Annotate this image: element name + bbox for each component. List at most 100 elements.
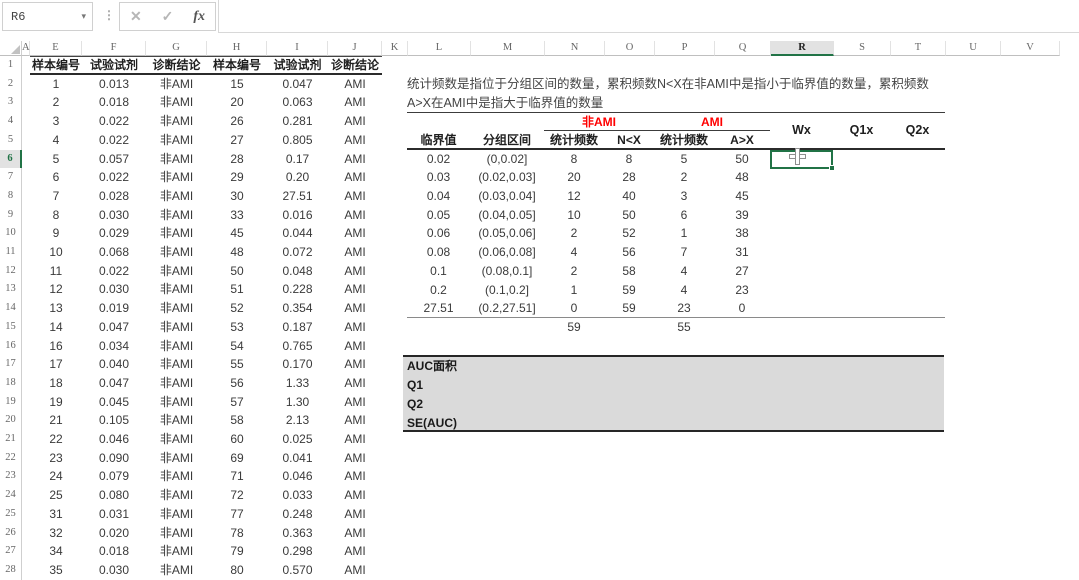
cell[interactable]: AMI (328, 262, 382, 281)
cell[interactable]: 4 (654, 281, 714, 300)
cell[interactable]: AMI (328, 337, 382, 356)
cell[interactable]: 0.028 (82, 187, 146, 206)
cell[interactable]: AMI (328, 280, 382, 299)
cell[interactable]: 40 (604, 187, 654, 206)
cell[interactable]: 12 (30, 280, 82, 299)
cell[interactable]: 0.281 (267, 112, 328, 131)
cell[interactable]: 非AMI (146, 75, 207, 94)
cell[interactable]: 5 (654, 150, 714, 169)
cell[interactable]: 21 (30, 411, 82, 430)
cell[interactable]: (0,0.02] (470, 150, 544, 169)
cell[interactable]: 0.031 (82, 505, 146, 524)
cell[interactable]: 23 (30, 449, 82, 468)
cell[interactable]: AMI (328, 187, 382, 206)
cell[interactable]: 非AMI (146, 299, 207, 318)
cell[interactable]: AMI (328, 224, 382, 243)
header-cell-diagnosis-2[interactable]: 诊断结论 (328, 56, 382, 73)
cell[interactable]: 0.034 (82, 337, 146, 356)
cell[interactable]: 27 (207, 131, 267, 150)
cell[interactable]: 0.090 (82, 449, 146, 468)
cell[interactable]: 0.040 (82, 355, 146, 374)
cell[interactable]: 48 (207, 243, 267, 262)
cell[interactable]: 69 (207, 449, 267, 468)
cell[interactable]: 20 (207, 93, 267, 112)
column-header-cell[interactable]: K (382, 41, 408, 56)
cell[interactable]: 2 (30, 93, 82, 112)
cell[interactable]: 34 (30, 542, 82, 561)
row-header-cell[interactable]: 24 (0, 486, 22, 505)
cell[interactable]: 51 (207, 280, 267, 299)
cell[interactable]: 非AMI (146, 206, 207, 225)
cell[interactable]: AMI (328, 355, 382, 374)
cell[interactable]: 非AMI (146, 150, 207, 169)
cell[interactable]: 0.03 (407, 168, 470, 187)
cell[interactable]: 39 (714, 206, 770, 225)
cell[interactable]: 8 (604, 150, 654, 169)
cell[interactable]: 0.030 (82, 561, 146, 580)
header-n-less-x[interactable]: N<X (604, 131, 654, 148)
cell[interactable]: 0.063 (267, 93, 328, 112)
cell[interactable]: 31 (714, 243, 770, 262)
cell[interactable]: 59 (604, 299, 654, 317)
column-header-cell[interactable]: S (834, 41, 891, 56)
column-header-cell[interactable]: A (22, 41, 30, 56)
cell[interactable]: 0.044 (267, 224, 328, 243)
cell[interactable]: 0.020 (82, 524, 146, 543)
cell[interactable]: 52 (604, 224, 654, 243)
row-header-cell[interactable]: 25 (0, 505, 22, 524)
column-header-cell[interactable]: P (655, 41, 715, 56)
cell[interactable]: 0.013 (82, 75, 146, 94)
cell[interactable]: 0.047 (82, 318, 146, 337)
cell[interactable]: 0.025 (267, 430, 328, 449)
cell[interactable]: AMI (328, 542, 382, 561)
cell[interactable]: 4 (654, 262, 714, 281)
cell[interactable]: 非AMI (146, 486, 207, 505)
cell[interactable]: 38 (714, 224, 770, 243)
header-q1x[interactable]: Q1x (833, 112, 890, 149)
cell[interactable]: 0.072 (267, 243, 328, 262)
header-cutoff[interactable]: 临界值 (407, 131, 470, 148)
cell[interactable]: AMI (328, 112, 382, 131)
group-header-ami[interactable]: AMI (654, 113, 770, 131)
cell[interactable]: 非AMI (146, 243, 207, 262)
row-header-cell[interactable]: 8 (0, 187, 22, 206)
column-header-cell[interactable]: H (207, 41, 267, 56)
cell[interactable]: (0.04,0.05] (470, 206, 544, 225)
header-a-greater-x[interactable]: A>X (714, 131, 770, 148)
formula-bar-input[interactable] (218, 0, 1079, 33)
cell[interactable]: 4 (544, 243, 604, 262)
cell[interactable]: 30 (207, 187, 267, 206)
cell[interactable]: 57 (207, 393, 267, 412)
header-freq-non-ami[interactable]: 统计频数 (544, 131, 604, 148)
cell[interactable]: 0.228 (267, 280, 328, 299)
cell[interactable]: 0.048 (267, 262, 328, 281)
cell[interactable]: (0.08,0.1] (470, 262, 544, 281)
cell[interactable]: 33 (207, 206, 267, 225)
cell[interactable]: 32 (30, 524, 82, 543)
column-header-cell[interactable]: N (545, 41, 605, 56)
cell[interactable]: 79 (207, 542, 267, 561)
cell[interactable]: 0.016 (267, 206, 328, 225)
cell[interactable]: 50 (604, 206, 654, 225)
cell[interactable]: 非AMI (146, 187, 207, 206)
cell[interactable]: 0.02 (407, 150, 470, 169)
header-interval[interactable]: 分组区间 (470, 131, 544, 148)
insert-function-icon[interactable]: fx (193, 9, 205, 25)
column-header-cell[interactable]: O (605, 41, 655, 56)
cell[interactable]: 0.030 (82, 280, 146, 299)
header-q2x[interactable]: Q2x (890, 112, 945, 149)
row-header-cell[interactable]: 18 (0, 374, 22, 393)
cell[interactable]: 25 (30, 486, 82, 505)
cell[interactable]: 0.047 (267, 75, 328, 94)
cell[interactable]: 1 (30, 75, 82, 94)
cell[interactable]: AMI (328, 467, 382, 486)
cell[interactable]: AMI (328, 393, 382, 412)
cell[interactable]: 0.047 (82, 374, 146, 393)
cell[interactable]: 56 (207, 374, 267, 393)
cell[interactable]: 24 (30, 467, 82, 486)
note-text[interactable]: 统计频数是指位于分组区间的数量，累积频数N<X在非AMI中是指小于临界值的数量，… (407, 75, 967, 112)
row-header-cell[interactable]: 27 (0, 542, 22, 561)
row-header-cell[interactable]: 16 (0, 337, 22, 356)
cell[interactable]: 0.068 (82, 243, 146, 262)
cell[interactable]: 0.363 (267, 524, 328, 543)
